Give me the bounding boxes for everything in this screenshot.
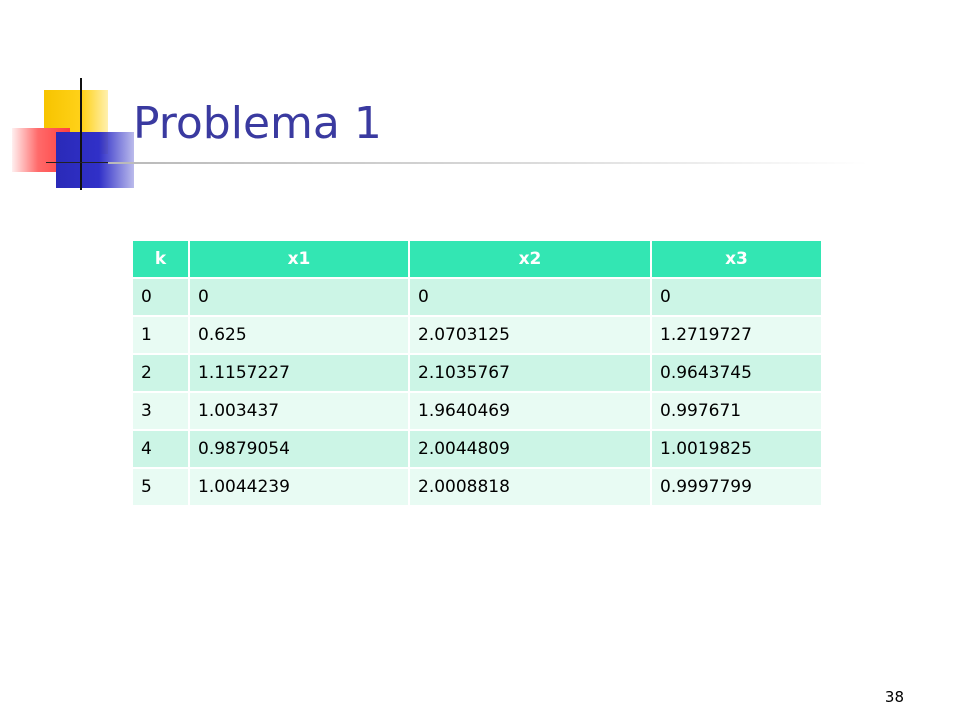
slide-title: Problema 1	[133, 98, 382, 149]
table-row: 3 1.003437 1.9640469 0.997671	[133, 393, 821, 429]
cell-x2: 0	[410, 279, 650, 315]
table-row: 1 0.625 2.0703125 1.2719727	[133, 317, 821, 353]
iteration-table: k x1 x2 x3 0 0 0 0 1 0.625 2.0703125 1.2…	[131, 239, 823, 507]
cell-k: 0	[133, 279, 188, 315]
cell-x3: 0	[652, 279, 821, 315]
table-row: 2 1.1157227 2.1035767 0.9643745	[133, 355, 821, 391]
cell-x2: 2.0703125	[410, 317, 650, 353]
cell-k: 3	[133, 393, 188, 429]
header-x1: x1	[190, 241, 408, 277]
page-number: 38	[884, 688, 904, 706]
cell-x1: 1.003437	[190, 393, 408, 429]
cell-x3: 0.997671	[652, 393, 821, 429]
cell-x3: 1.0019825	[652, 431, 821, 467]
cell-x1: 1.0044239	[190, 469, 408, 505]
title-underline	[108, 162, 868, 164]
table-row: 5 1.0044239 2.0008818 0.9997799	[133, 469, 821, 505]
header-k: k	[133, 241, 188, 277]
cell-x2: 2.0008818	[410, 469, 650, 505]
cell-x2: 1.9640469	[410, 393, 650, 429]
cell-x3: 0.9997799	[652, 469, 821, 505]
cell-k: 4	[133, 431, 188, 467]
decor-blue-square	[56, 132, 134, 188]
cell-k: 1	[133, 317, 188, 353]
table-row: 0 0 0 0	[133, 279, 821, 315]
cell-x1: 0	[190, 279, 408, 315]
cell-x2: 2.0044809	[410, 431, 650, 467]
cell-x1: 1.1157227	[190, 355, 408, 391]
cell-x3: 1.2719727	[652, 317, 821, 353]
cell-x2: 2.1035767	[410, 355, 650, 391]
table-header-row: k x1 x2 x3	[133, 241, 821, 277]
header-x3: x3	[652, 241, 821, 277]
header-x2: x2	[410, 241, 650, 277]
decor-vertical-line	[80, 78, 82, 190]
cell-k: 5	[133, 469, 188, 505]
cell-x1: 0.625	[190, 317, 408, 353]
table-row: 4 0.9879054 2.0044809 1.0019825	[133, 431, 821, 467]
cell-k: 2	[133, 355, 188, 391]
cell-x1: 0.9879054	[190, 431, 408, 467]
cell-x3: 0.9643745	[652, 355, 821, 391]
